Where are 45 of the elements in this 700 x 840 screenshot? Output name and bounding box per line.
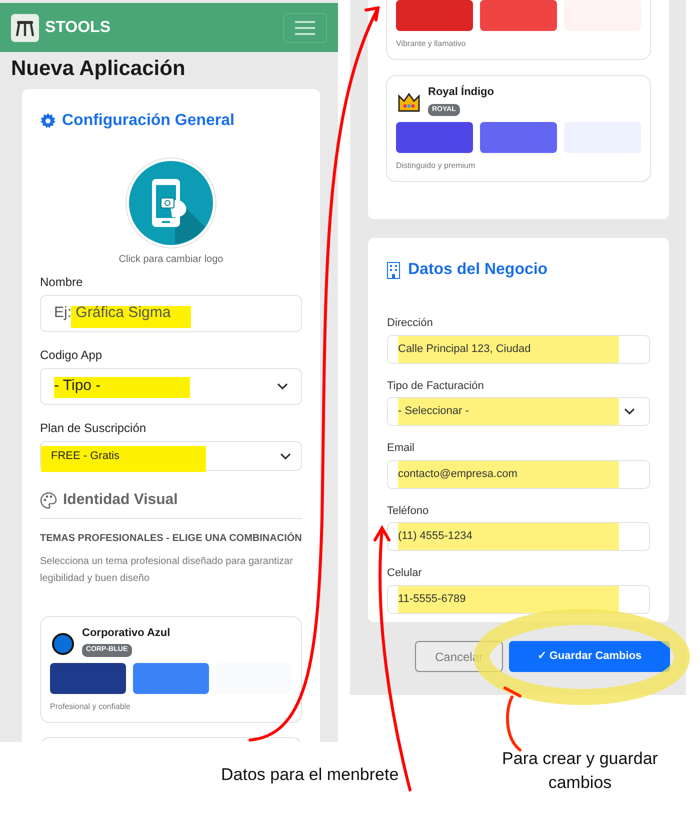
select-field[interactable]: FREE - Gratis	[40, 441, 302, 471]
annotation-arrow	[504, 686, 522, 752]
section-title: Configuración General	[62, 111, 234, 131]
theme-caption: Vibrante y llamativo	[396, 38, 467, 50]
input-field[interactable]: Ej: Gráfica Sigma	[40, 295, 302, 332]
field-label: Email	[387, 441, 415, 456]
theme-name: Royal Índigo	[428, 84, 494, 100]
input-field[interactable]: (11) 4555-1234	[387, 522, 650, 551]
select-field[interactable]: - Seleccionar -	[387, 397, 650, 426]
chevron-down-icon	[277, 383, 288, 390]
input-field[interactable]: contacto@empresa.com	[387, 460, 650, 488]
chevron-down-icon	[280, 452, 291, 460]
app-name: STOOLS	[45, 18, 110, 38]
building-icon	[387, 262, 400, 278]
input-field[interactable]: Calle Principal 123, Ciudad	[387, 334, 650, 364]
chevron-down-icon	[624, 408, 635, 415]
theme-name: Corporativo Azul	[82, 626, 170, 640]
logo-caption: Click para cambiar logo	[118, 253, 224, 267]
section-title: Identidad Visual	[63, 490, 178, 510]
stool-logo-icon	[11, 14, 39, 42]
crown-icon	[398, 93, 420, 113]
theme-caption: Distinguido y premium	[396, 160, 476, 172]
themes-heading: TEMAS PROFESIONALES - ELIGE UNA COMBINACIÓN	[40, 532, 302, 546]
field-label: Plan de Suscripción	[40, 420, 146, 437]
page-title: Nueva Aplicación	[10, 56, 186, 82]
input-field[interactable]: 11-5555-6789	[387, 584, 650, 614]
gear-icon	[40, 113, 56, 129]
field-label: Nombre	[40, 274, 83, 291]
select-field[interactable]: - Tipo -	[40, 368, 302, 405]
save-button[interactable]: ✓ Guardar Cambios	[509, 641, 670, 672]
section-title: Datos del Negocio	[408, 260, 548, 280]
field-label: Tipo de Facturación	[387, 378, 484, 394]
palette-icon	[40, 492, 57, 509]
logo-upload-icon[interactable]	[125, 157, 217, 249]
annotation-caption: Para crear y guardar cambios	[501, 748, 659, 794]
theme-card[interactable]: Vibrante y llamativo	[386, 0, 651, 60]
field-label: Dirección	[387, 316, 433, 331]
annotation-caption: Datos para el menbrete	[221, 764, 399, 786]
themes-description: Selecciona un tema profesional diseñado para garantizar legibilidad y buen diseño	[40, 554, 294, 586]
field-label: Teléfono	[387, 504, 429, 518]
theme-caption: Profesional y confiable	[50, 700, 132, 713]
field-label: Celular	[387, 566, 422, 581]
menu-icon	[295, 20, 315, 34]
field-label: Codigo App	[40, 347, 102, 364]
menu-button[interactable]	[283, 12, 327, 42]
